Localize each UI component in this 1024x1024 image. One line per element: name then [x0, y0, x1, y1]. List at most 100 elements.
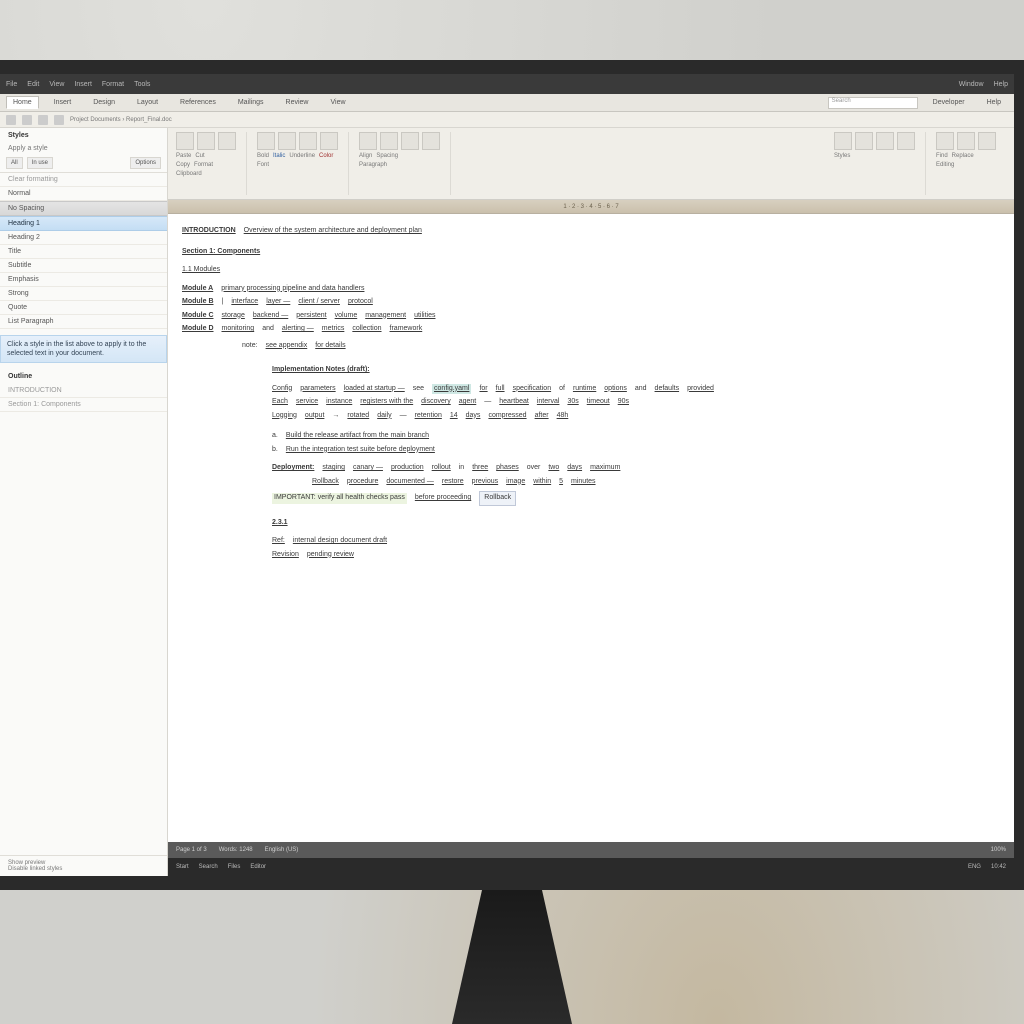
- style-heading2[interactable]: Heading 2: [0, 231, 167, 245]
- menu-help[interactable]: Help: [994, 81, 1008, 88]
- ribbon-group-styles: Styles: [834, 132, 926, 195]
- doc-heading: INTRODUCTION: [182, 226, 236, 237]
- doc-subitem-marker: b.: [272, 445, 278, 456]
- font-size-icon[interactable]: [320, 132, 338, 150]
- print-icon[interactable]: [54, 115, 64, 125]
- save-icon[interactable]: [6, 115, 16, 125]
- ribbon-group-name: Font: [257, 162, 338, 168]
- doc-cell: management: [365, 311, 406, 322]
- menu-edit[interactable]: Edit: [27, 81, 39, 88]
- menu-format[interactable]: Format: [102, 81, 124, 88]
- doc-cell: persistent: [296, 311, 326, 322]
- style-heading1-icon[interactable]: [855, 132, 873, 150]
- ribbon-group-paragraph: Align Spacing Paragraph: [359, 132, 451, 195]
- sidebar-tab-all[interactable]: All: [6, 157, 23, 169]
- doc-footer-num: 2.3.1: [272, 518, 1000, 529]
- sidebar-options-button[interactable]: Options: [130, 157, 161, 169]
- ribbon-group-editing: Find Replace Editing: [936, 132, 1006, 195]
- select-icon[interactable]: [978, 132, 996, 150]
- taskbar-clock[interactable]: 10:42: [991, 864, 1006, 870]
- taskbar-lang[interactable]: ENG: [968, 864, 981, 870]
- taskbar-editor[interactable]: Editor: [250, 864, 266, 870]
- tab-home[interactable]: Home: [6, 96, 39, 109]
- ribbon-group-name: Styles: [834, 153, 915, 159]
- style-heading2-icon[interactable]: [876, 132, 894, 150]
- paste-icon[interactable]: [176, 132, 194, 150]
- style-title-icon[interactable]: [897, 132, 915, 150]
- doc-cell: |: [222, 297, 224, 308]
- tab-developer[interactable]: Developer: [926, 96, 972, 109]
- tab-help[interactable]: Help: [980, 96, 1008, 109]
- style-strong[interactable]: Strong: [0, 287, 167, 301]
- bullets-icon[interactable]: [422, 132, 440, 150]
- doc-callout-box: Rollback: [479, 491, 516, 506]
- tab-layout[interactable]: Layout: [130, 96, 165, 109]
- tab-design[interactable]: Design: [86, 96, 122, 109]
- tab-view[interactable]: View: [323, 96, 352, 109]
- spacing-icon[interactable]: [380, 132, 398, 150]
- style-listpara[interactable]: List Paragraph: [0, 315, 167, 329]
- ribbon-label: Cut: [195, 153, 204, 159]
- redo-icon[interactable]: [38, 115, 48, 125]
- menu-insert[interactable]: Insert: [74, 81, 92, 88]
- menu-view[interactable]: View: [49, 81, 64, 88]
- taskbar-files[interactable]: Files: [228, 864, 241, 870]
- style-title[interactable]: Title: [0, 245, 167, 259]
- menubar: File Edit View Insert Format Tools Windo…: [0, 74, 1014, 94]
- tab-review[interactable]: Review: [279, 96, 316, 109]
- align-icon[interactable]: [359, 132, 377, 150]
- status-words: Words: 1248: [219, 847, 253, 853]
- undo-icon[interactable]: [22, 115, 32, 125]
- screen: File Edit View Insert Format Tools Windo…: [0, 74, 1014, 876]
- breadcrumb-bar: Project Documents › Report_Final.doc: [0, 112, 1014, 128]
- style-nospacing[interactable]: No Spacing: [0, 201, 167, 216]
- taskbar-search[interactable]: Search: [199, 864, 218, 870]
- doc-cell: utilities: [414, 311, 435, 322]
- search-input[interactable]: Search: [828, 97, 918, 109]
- status-lang[interactable]: English (US): [265, 847, 299, 853]
- style-clear[interactable]: Clear formatting: [0, 173, 167, 187]
- doc-note-item: see appendix: [266, 341, 308, 352]
- indent-icon[interactable]: [401, 132, 419, 150]
- tab-insert[interactable]: Insert: [47, 96, 79, 109]
- doc-note-item: for details: [315, 341, 345, 352]
- doc-block-line: Each service instance registers with the…: [272, 397, 1000, 408]
- sidebar: Styles Apply a style All In use Options …: [0, 128, 168, 876]
- copy-icon[interactable]: [218, 132, 236, 150]
- italic-icon[interactable]: [278, 132, 296, 150]
- cut-icon[interactable]: [197, 132, 215, 150]
- style-normal[interactable]: Normal: [0, 187, 167, 201]
- style-quote[interactable]: Quote: [0, 301, 167, 315]
- ribbon-group-name: Clipboard: [176, 171, 236, 177]
- ribbon-label: Align: [359, 153, 372, 159]
- document-canvas[interactable]: INTRODUCTION Overview of the system arch…: [168, 214, 1014, 842]
- bold-icon[interactable]: [257, 132, 275, 150]
- doc-cell: client / server: [298, 297, 340, 308]
- menu-window[interactable]: Window: [959, 81, 984, 88]
- content-column: Paste Cut Copy Format Clipboard Bold: [168, 128, 1014, 876]
- outline-item[interactable]: INTRODUCTION: [0, 384, 167, 398]
- tab-references[interactable]: References: [173, 96, 223, 109]
- style-heading1[interactable]: Heading 1: [0, 216, 167, 231]
- find-icon[interactable]: [936, 132, 954, 150]
- style-emphasis[interactable]: Emphasis: [0, 273, 167, 287]
- status-zoom[interactable]: 100%: [991, 847, 1006, 853]
- tab-mailings[interactable]: Mailings: [231, 96, 271, 109]
- replace-icon[interactable]: [957, 132, 975, 150]
- sidebar-tab-inuse[interactable]: In use: [27, 157, 53, 169]
- doc-footer-cell: Ref:: [272, 536, 285, 547]
- sidebar-disablelinked[interactable]: Disable linked styles: [8, 866, 159, 872]
- outline-item[interactable]: Section 1: Components: [0, 398, 167, 412]
- doc-highlight-cont: before proceeding: [415, 493, 471, 504]
- menu-tools[interactable]: Tools: [134, 81, 150, 88]
- doc-heading-line: Overview of the system architecture and …: [244, 226, 422, 237]
- underline-icon[interactable]: [299, 132, 317, 150]
- ribbon-label: Bold: [257, 153, 269, 159]
- style-normal-icon[interactable]: [834, 132, 852, 150]
- ruler[interactable]: 1 · 2 · 3 · 4 · 5 · 6 · 7: [168, 200, 1014, 214]
- ribbon-label: Copy: [176, 162, 190, 168]
- taskbar-start[interactable]: Start: [176, 864, 189, 870]
- style-subtitle[interactable]: Subtitle: [0, 259, 167, 273]
- menu-file[interactable]: File: [6, 81, 17, 88]
- doc-block-title: Implementation Notes (draft):: [272, 365, 1000, 376]
